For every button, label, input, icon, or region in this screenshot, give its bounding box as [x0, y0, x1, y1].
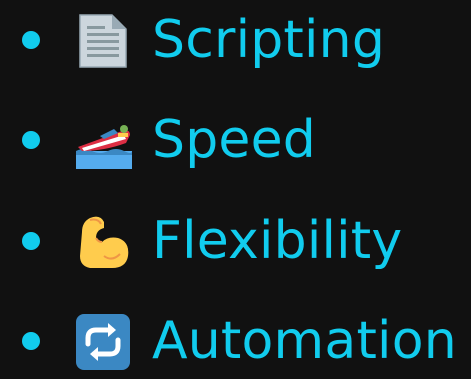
bullet-dot [22, 332, 40, 350]
bullet-dot [22, 232, 40, 250]
bullet-dot [22, 131, 40, 149]
bullet-dot [22, 31, 40, 49]
list-item-automation: Automation [0, 309, 471, 379]
speedboat-icon [74, 111, 132, 171]
list-item-label: Speed [152, 110, 317, 170]
page-facing-up-icon [74, 11, 132, 71]
list-item-label: Automation [152, 311, 457, 371]
list-item-flexibility: Flexibility [0, 209, 471, 279]
feature-list: Scripting Speed Flexibility Automation [0, 0, 471, 371]
list-item-label: Scripting [152, 10, 386, 70]
list-item-scripting: Scripting [0, 8, 471, 78]
flexed-biceps-icon [74, 212, 132, 272]
repeat-arrows-icon [74, 312, 132, 372]
list-item-speed: Speed [0, 108, 471, 178]
list-item-label: Flexibility [152, 211, 403, 271]
